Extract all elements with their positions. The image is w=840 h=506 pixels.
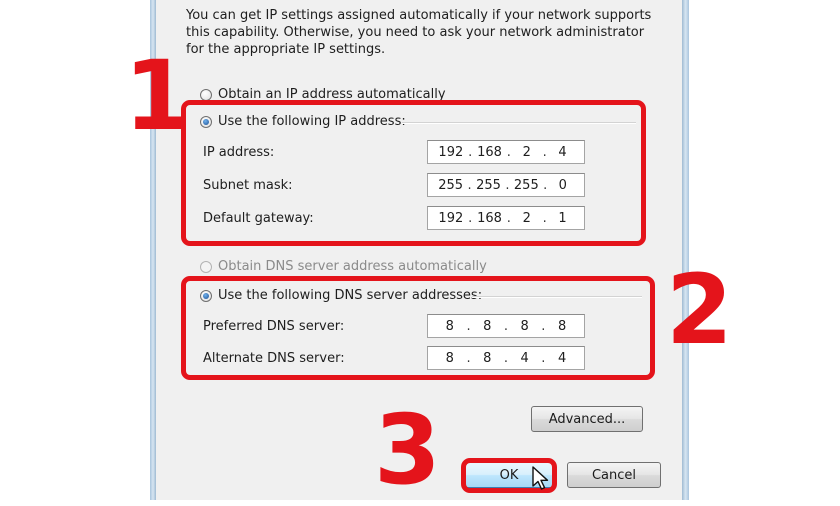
intro-line-3: for the appropriate IP settings. — [186, 42, 386, 57]
obtain-dns-auto-label: Obtain DNS server address automatically — [218, 259, 487, 274]
obtain-ip-auto-radio[interactable] — [200, 88, 212, 101]
obtain-dns-auto-option[interactable]: Obtain DNS server address automatically — [200, 259, 487, 274]
intro-line-2: this capability. Otherwise, you need to … — [186, 25, 645, 40]
cancel-button[interactable]: Cancel — [567, 462, 661, 488]
step-2-label: 2 — [666, 254, 733, 366]
mouse-pointer-icon — [532, 466, 549, 490]
step-1-label: 1 — [124, 40, 191, 152]
dns-settings-highlight — [181, 276, 655, 380]
intro-line-1: You can get IP settings assigned automat… — [186, 8, 652, 23]
advanced-button[interactable]: Advanced... — [531, 406, 643, 432]
intro-text: You can get IP settings assigned automat… — [186, 7, 656, 58]
ip-settings-highlight — [181, 100, 646, 246]
step-3-label: 3 — [374, 394, 441, 506]
dialog-frame-right — [682, 0, 689, 500]
obtain-dns-auto-radio[interactable] — [200, 260, 212, 273]
